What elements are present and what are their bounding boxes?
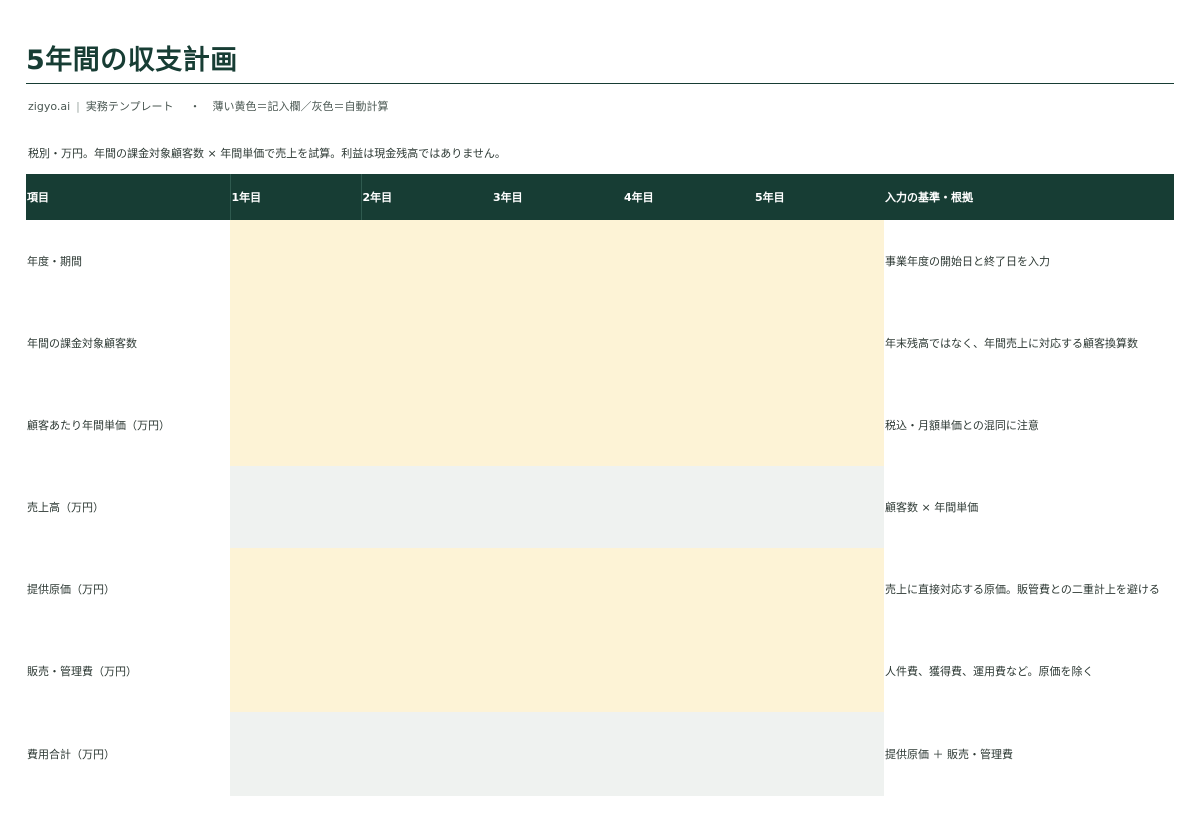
header-basis: 入力の基準・根拠 [884, 174, 1174, 220]
row-label: 費用合計（万円） [26, 712, 230, 796]
table-row: 販売・管理費（万円） 人件費、獲得費、運用費など。原価を除く [26, 630, 1174, 712]
row-basis: 人件費、獲得費、運用費など。原価を除く [884, 630, 1174, 712]
calc-cell [754, 712, 884, 796]
header-item: 項目 [26, 174, 230, 220]
calc-cell [361, 712, 492, 796]
title-divider [26, 83, 1174, 84]
input-cell[interactable] [623, 548, 754, 630]
input-cell[interactable] [492, 548, 623, 630]
plan-table: 項目 1年目 2年目 3年目 4年目 5年目 入力の基準・根拠 年度・期間 事業… [26, 174, 1174, 796]
input-cell[interactable] [361, 630, 492, 712]
calc-cell [361, 466, 492, 548]
row-basis: 税込・月額単価との混同に注意 [884, 384, 1174, 466]
input-cell[interactable] [492, 220, 623, 302]
input-cell[interactable] [230, 630, 361, 712]
input-cell[interactable] [492, 302, 623, 384]
calc-cell [230, 712, 361, 796]
header-year-4: 4年目 [623, 174, 754, 220]
table-row: 売上高（万円） 顧客数 × 年間単価 [26, 466, 1174, 548]
table-row: 提供原価（万円） 売上に直接対応する原価。販管費との二重計上を避ける [26, 548, 1174, 630]
input-cell[interactable] [754, 384, 884, 466]
row-basis: 事業年度の開始日と終了日を入力 [884, 220, 1174, 302]
input-cell[interactable] [361, 384, 492, 466]
calc-cell [492, 712, 623, 796]
input-cell[interactable] [754, 302, 884, 384]
row-basis: 売上に直接対応する原価。販管費との二重計上を避ける [884, 548, 1174, 630]
input-cell[interactable] [361, 220, 492, 302]
table-row: 顧客あたり年間単価（万円） 税込・月額単価との混同に注意 [26, 384, 1174, 466]
table-row: 費用合計（万円） 提供原価 ＋ 販売・管理費 [26, 712, 1174, 796]
input-cell[interactable] [754, 220, 884, 302]
row-label: 年間の課金対象顧客数 [26, 302, 230, 384]
input-cell[interactable] [230, 220, 361, 302]
header-year-2: 2年目 [360, 174, 492, 220]
header-year-1: 1年目 [229, 174, 361, 220]
input-cell[interactable] [623, 302, 754, 384]
calc-cell [230, 466, 361, 548]
input-cell[interactable] [492, 630, 623, 712]
legend-text: 薄い黄色＝記入欄／灰色＝自動計算 [212, 100, 389, 113]
template-label: 実務テンプレート [85, 100, 174, 113]
table-row: 年間の課金対象顧客数 年末残高ではなく、年間売上に対応する顧客換算数 [26, 302, 1174, 384]
brand-label: zigyo.ai [28, 100, 71, 113]
page: 5年間の収支計画 zigyo.ai | 実務テンプレート ・薄い黄色＝記入欄／灰色＝自… [0, 0, 1200, 829]
input-cell[interactable] [623, 384, 754, 466]
input-cell[interactable] [754, 548, 884, 630]
calc-cell [623, 712, 754, 796]
input-cell[interactable] [230, 302, 361, 384]
input-cell[interactable] [361, 302, 492, 384]
row-label: 年度・期間 [26, 220, 230, 302]
table-row: 年度・期間 事業年度の開始日と終了日を入力 [26, 220, 1174, 302]
input-cell[interactable] [492, 384, 623, 466]
input-cell[interactable] [623, 220, 754, 302]
row-label: 顧客あたり年間単価（万円） [26, 384, 230, 466]
page-title: 5年間の収支計画 [26, 45, 238, 76]
row-basis: 年末残高ではなく、年間売上に対応する顧客換算数 [884, 302, 1174, 384]
note-text: 税別・万円。年間の課金対象顧客数 × 年間単価で売上を試算。利益は現金残高ではあ… [28, 147, 506, 160]
calc-cell [492, 466, 623, 548]
row-label: 提供原価（万円） [26, 548, 230, 630]
row-label: 売上高（万円） [26, 466, 230, 548]
table-header-row: 項目 1年目 2年目 3年目 4年目 5年目 入力の基準・根拠 [26, 174, 1174, 220]
input-cell[interactable] [754, 630, 884, 712]
input-cell[interactable] [361, 548, 492, 630]
calc-cell [754, 466, 884, 548]
header-year-5: 5年目 [754, 174, 884, 220]
row-label: 販売・管理費（万円） [26, 630, 230, 712]
row-basis: 提供原価 ＋ 販売・管理費 [884, 712, 1174, 796]
row-basis: 顧客数 × 年間単価 [884, 466, 1174, 548]
subtitle: zigyo.ai | 実務テンプレート ・薄い黄色＝記入欄／灰色＝自動計算 [28, 98, 389, 114]
calc-cell [623, 466, 754, 548]
bullet-dot: ・ [189, 100, 201, 113]
header-year-3: 3年目 [492, 174, 623, 220]
input-cell[interactable] [230, 548, 361, 630]
separator: | [76, 100, 80, 113]
input-cell[interactable] [623, 630, 754, 712]
input-cell[interactable] [230, 384, 361, 466]
